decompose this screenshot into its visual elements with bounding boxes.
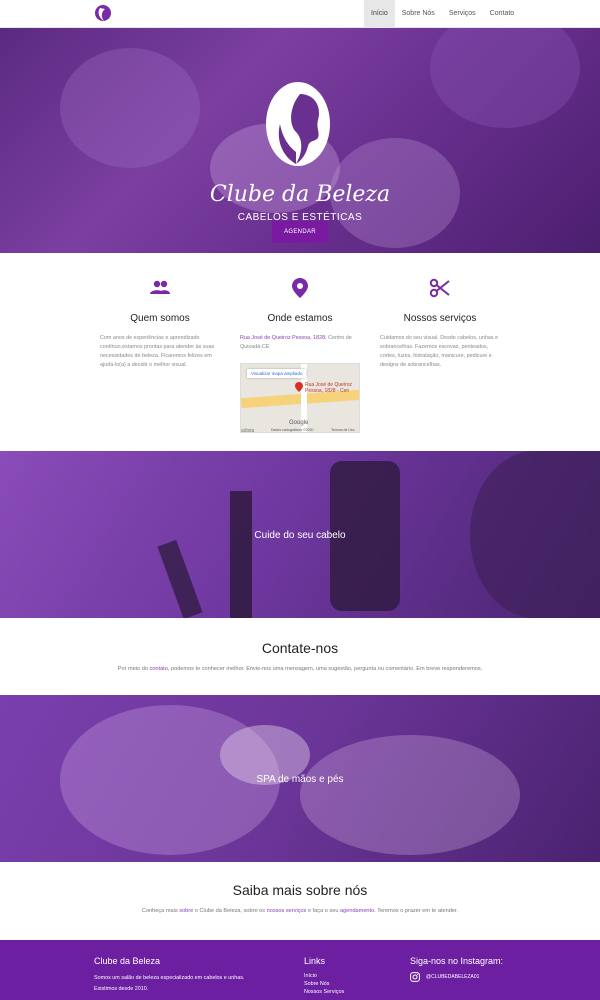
woman-silhouette-logo-icon: [266, 82, 330, 166]
google-logo: Google: [289, 420, 309, 426]
footer-social-title: Siga-nos no Instagram:: [410, 956, 504, 966]
contact-text-after: , podemos te conhecer melhor. Envie-nos …: [167, 666, 483, 672]
services-link[interactable]: nossos serviços: [267, 908, 307, 914]
schedule-link[interactable]: agendamento: [340, 908, 374, 914]
instagram-handle: @CLUBEDABELEZA01: [426, 974, 480, 980]
map-pin-icon: [292, 278, 308, 298]
feature-location-title: Onde estamos: [267, 313, 333, 324]
embedded-map[interactable]: Visualizar mapa ampliado Rua José de Que…: [240, 363, 360, 433]
map-marker-icon[interactable]: [295, 382, 303, 392]
map-marker-label: Rua José de Queiroz Pessoa, 1828 - Cen: [305, 382, 352, 394]
footer-link-servicos[interactable]: Nossos Serviços: [304, 988, 344, 996]
nav-link-servicos[interactable]: Serviços: [442, 0, 483, 28]
footer-brand: Clube da Beleza: [94, 956, 161, 966]
footer-desc-line: Somos um salão de beleza especializado e…: [94, 975, 245, 981]
feature-services: Nossos serviços Cuidamos do seu visual. …: [380, 277, 500, 370]
feature-location: Onde estamos Rua José de Queiroz Pessoa,…: [240, 277, 360, 352]
map-attribution: Dados cartográficos ©2020: [271, 428, 314, 432]
nav-menu: Início Sobre Nós Serviços Contato: [364, 0, 521, 28]
hero-bg-blur: [430, 28, 580, 128]
address-link[interactable]: Rua José de Queiroz Pessoa, 1828: [240, 335, 325, 341]
view-larger-map-button[interactable]: Visualizar mapa ampliado: [247, 369, 307, 378]
people-icon: [150, 280, 170, 294]
map-place-label: adista: [241, 428, 255, 433]
hand-shape: [300, 735, 520, 855]
about-link[interactable]: sobre: [179, 908, 193, 914]
nav-link-contato[interactable]: Contato: [483, 0, 522, 28]
nav-link-inicio[interactable]: Início: [364, 0, 395, 28]
footer-links-column: Links Início Sobre Nós Nossos Serviços: [304, 956, 344, 996]
contact-text: Por meio do contato, podemos te conhecer…: [0, 666, 600, 672]
feature-services-text: Cuidamos do seu visual. Desde cabelos, u…: [380, 335, 499, 368]
agendar-button[interactable]: AGENDAR: [272, 221, 328, 243]
contact-text-before: Por meio do: [117, 666, 150, 672]
spa-banner-text: SPA de mãos e pés: [256, 774, 344, 785]
hero-title: Clube da Beleza: [209, 182, 391, 207]
footer: Clube da Beleza Somos um salão de beleza…: [0, 940, 600, 1000]
spa-banner: SPA de mãos e pés: [0, 695, 600, 862]
hero-banner: Clube da Beleza CABELOS E ESTÉTICAS AGEN…: [0, 28, 600, 253]
instagram-icon: [410, 972, 420, 982]
hair-care-banner: Cuide do seu cabelo: [0, 451, 600, 618]
feature-services-title: Nossos serviços: [403, 313, 477, 324]
footer-brand-column: Clube da Beleza Somos um salão de beleza…: [94, 956, 244, 995]
contact-title: Contate-nos: [261, 640, 339, 656]
about-text-part: . Teremos o prazer em te atender.: [374, 908, 459, 914]
map-terms-link[interactable]: Termos de Uso: [331, 428, 355, 432]
footer-link-sobre[interactable]: Sobre Nós: [304, 980, 344, 988]
footer-social-column: Siga-nos no Instagram: @CLUBEDABELEZA01: [410, 956, 520, 982]
about-text-part: e faça o seu: [306, 908, 340, 914]
hair-care-banner-text: Cuide do seu cabelo: [254, 530, 346, 541]
contact-link[interactable]: contato: [150, 666, 168, 672]
feature-about: Quem somos Com anos de experiências e ap…: [100, 277, 220, 370]
nav-link-sobre[interactable]: Sobre Nós: [395, 0, 442, 28]
comb-shape: [157, 539, 203, 618]
top-navbar: Início Sobre Nós Serviços Contato: [0, 0, 600, 28]
about-title: Saiba mais sobre nós: [232, 882, 368, 898]
logo-icon[interactable]: [94, 3, 112, 25]
footer-description: Somos um salão de beleza especializado e…: [94, 973, 244, 995]
contact-section: Contate-nos Por meio do contato, podemos…: [0, 618, 600, 695]
about-text-part: o Clube da Beleza, sobre os: [193, 908, 267, 914]
footer-links-title: Links: [304, 956, 326, 966]
footer-link-inicio[interactable]: Início: [304, 972, 344, 980]
features-section: Quem somos Com anos de experiências e ap…: [0, 253, 600, 451]
feature-about-text: Com anos de experiências e aprendizado c…: [100, 335, 215, 368]
footer-desc-line: Existimos desde 2010.: [94, 986, 149, 992]
comb-shape: [230, 491, 252, 618]
scissors-icon: [429, 278, 450, 298]
feature-about-title: Quem somos: [130, 313, 190, 324]
about-text: Conheça mais sobre o Clube da Beleza, so…: [0, 908, 600, 914]
feature-location-text: Rua José de Queiroz Pessoa, 1828, Centro…: [240, 334, 360, 352]
instagram-link[interactable]: @CLUBEDABELEZA01: [410, 972, 520, 982]
about-section: Saiba mais sobre nós Conheça mais sobre …: [0, 862, 600, 940]
about-text-part: Conheça mais: [141, 908, 180, 914]
hero-bg-blur: [60, 48, 200, 168]
